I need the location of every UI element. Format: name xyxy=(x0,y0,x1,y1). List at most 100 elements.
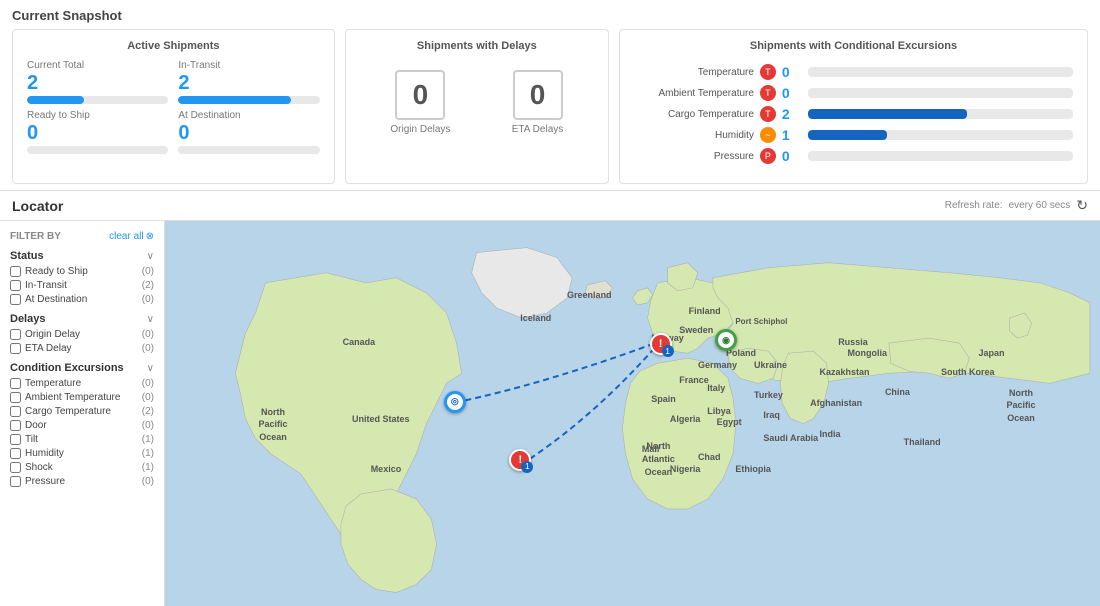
map-pin-mid-atlantic[interactable]: ! 1 xyxy=(650,333,672,355)
chevron-icon: ∨ xyxy=(147,314,154,325)
active-shipments-title: Active Shipments xyxy=(27,40,320,52)
in-transit-item: In-Transit 2 xyxy=(178,60,319,104)
filter-checkbox[interactable] xyxy=(10,378,21,389)
exc-label: Temperature xyxy=(634,67,754,78)
at-destination-item: At Destination 0 xyxy=(178,110,319,154)
filter-checkbox[interactable] xyxy=(10,462,21,473)
filter-checkbox[interactable] xyxy=(10,448,21,459)
filter-item-label: Cargo Temperature xyxy=(25,406,138,417)
clear-all-button[interactable]: clear all ⊗ xyxy=(109,231,154,242)
at-destination-bar xyxy=(178,146,319,154)
filter-checkbox[interactable] xyxy=(10,420,21,431)
origin-delays-value: 0 xyxy=(395,70,445,120)
filter-item: Origin Delay (0) xyxy=(10,329,154,340)
sidebar: FILTER BY clear all ⊗ Status∨ Ready to S… xyxy=(0,221,165,606)
filter-item-label: Ready to Ship xyxy=(25,266,138,277)
filter-item-label: Tilt xyxy=(25,434,138,445)
ready-to-ship-label: Ready to Ship xyxy=(27,110,168,121)
filter-checkbox[interactable] xyxy=(10,343,21,354)
eta-delays-item: 0 ETA Delays xyxy=(512,70,564,135)
ready-to-ship-value: 0 xyxy=(27,123,168,143)
refresh-icon[interactable]: ↻ xyxy=(1076,197,1088,214)
exc-number: 2 xyxy=(782,106,802,122)
filter-count: (1) xyxy=(142,462,154,473)
ready-to-ship-bar xyxy=(27,146,168,154)
map-pin-mexico[interactable]: ! 1 xyxy=(509,449,531,471)
filter-section: Delays ∨ Origin Delay (0) ETA Delay (0) xyxy=(10,313,154,354)
filter-checkbox[interactable] xyxy=(10,329,21,340)
pin-blue-circle: ◎ xyxy=(444,391,466,413)
filter-section-header[interactable]: Status ∨ xyxy=(10,250,154,262)
exc-bar-bg xyxy=(808,130,1073,140)
exc-label: Pressure xyxy=(634,151,754,162)
exc-number: 0 xyxy=(782,85,802,101)
current-total-value: 2 xyxy=(27,73,168,93)
filter-section: Status∨ Ready to Ship (0) In-Transit (2)… xyxy=(10,250,154,305)
filter-item: Temperature (0) xyxy=(10,378,154,389)
pin-green-circle: ◉ xyxy=(715,329,737,351)
excursions-title: Shipments with Conditional Excursions xyxy=(634,40,1073,52)
refresh-info: Refresh rate: every 60 secs ↻ xyxy=(945,197,1088,214)
filter-count: (0) xyxy=(142,343,154,354)
section-title: Delays xyxy=(10,313,45,325)
in-transit-bar xyxy=(178,96,319,104)
filter-count: (1) xyxy=(142,434,154,445)
exc-label: Cargo Temperature xyxy=(634,109,754,120)
at-destination-label: At Destination xyxy=(178,110,319,121)
exc-bar-fill xyxy=(808,109,967,119)
exc-bar-bg xyxy=(808,109,1073,119)
filter-count: (0) xyxy=(142,294,154,305)
refresh-label: Refresh rate: xyxy=(945,200,1003,211)
excursion-row: Cargo Temperature T 2 xyxy=(634,106,1073,122)
filter-item-label: Shock xyxy=(25,462,138,473)
filter-item: Pressure (0) xyxy=(10,476,154,487)
origin-delays-item: 0 Origin Delays xyxy=(390,70,450,135)
filter-item: At Destination (0) xyxy=(10,294,154,305)
chevron-icon: ∨ xyxy=(147,251,154,262)
delays-inner: 0 Origin Delays 0 ETA Delays xyxy=(360,60,594,145)
current-total-item: Current Total 2 xyxy=(27,60,168,104)
filter-item-label: Humidity xyxy=(25,448,138,459)
filter-checkbox[interactable] xyxy=(10,406,21,417)
filter-item-label: ETA Delay xyxy=(25,343,138,354)
exc-bar-bg xyxy=(808,151,1073,161)
excursions-card: Shipments with Conditional Excursions Te… xyxy=(619,29,1088,184)
filter-count: (0) xyxy=(142,392,154,403)
stats-row: Active Shipments Current Total 2 In-Tran… xyxy=(12,29,1088,184)
filter-section-header[interactable]: Condition Excursions∨ xyxy=(10,362,154,374)
filter-checkbox[interactable] xyxy=(10,280,21,291)
map-container: NorthPacificOcean NorthAtlanticOcean Nor… xyxy=(165,221,1100,606)
filter-item-label: Door xyxy=(25,420,138,431)
filter-sections: Status∨ Ready to Ship (0) In-Transit (2)… xyxy=(10,250,154,487)
filter-checkbox[interactable] xyxy=(10,392,21,403)
filter-item: Cargo Temperature (2) xyxy=(10,406,154,417)
section-title: Status xyxy=(10,250,44,262)
filter-count: (0) xyxy=(142,476,154,487)
exc-number: 0 xyxy=(782,148,802,164)
filter-item: Ambient Temperature (0) xyxy=(10,392,154,403)
filter-count: (0) xyxy=(142,266,154,277)
map-pin-origin[interactable]: ◎ xyxy=(444,391,466,413)
filter-checkbox[interactable] xyxy=(10,434,21,445)
bottom-section: FILTER BY clear all ⊗ Status∨ Ready to S… xyxy=(0,221,1100,606)
map-pin-schiphol[interactable]: ◉ xyxy=(715,329,737,351)
exc-icon: T xyxy=(760,106,776,122)
locator-title: Locator xyxy=(12,198,63,214)
filter-item: Ready to Ship (0) xyxy=(10,266,154,277)
section-title: Condition Excursions xyxy=(10,362,124,374)
excursion-row: Ambient Temperature T 0 xyxy=(634,85,1073,101)
excursion-row: Humidity ~ 1 xyxy=(634,127,1073,143)
current-total-bar xyxy=(27,96,168,104)
filter-item: Tilt (1) xyxy=(10,434,154,445)
filter-count: (2) xyxy=(142,406,154,417)
exc-icon: T xyxy=(760,64,776,80)
current-total-label: Current Total xyxy=(27,60,168,71)
filter-checkbox[interactable] xyxy=(10,294,21,305)
filter-section-header[interactable]: Delays ∨ xyxy=(10,313,154,325)
filter-checkbox[interactable] xyxy=(10,266,21,277)
delays-card: Shipments with Delays 0 Origin Delays 0 … xyxy=(345,29,609,184)
eta-delays-label: ETA Delays xyxy=(512,124,564,135)
filter-checkbox[interactable] xyxy=(10,476,21,487)
exc-number: 1 xyxy=(782,127,802,143)
filter-count: (0) xyxy=(142,329,154,340)
